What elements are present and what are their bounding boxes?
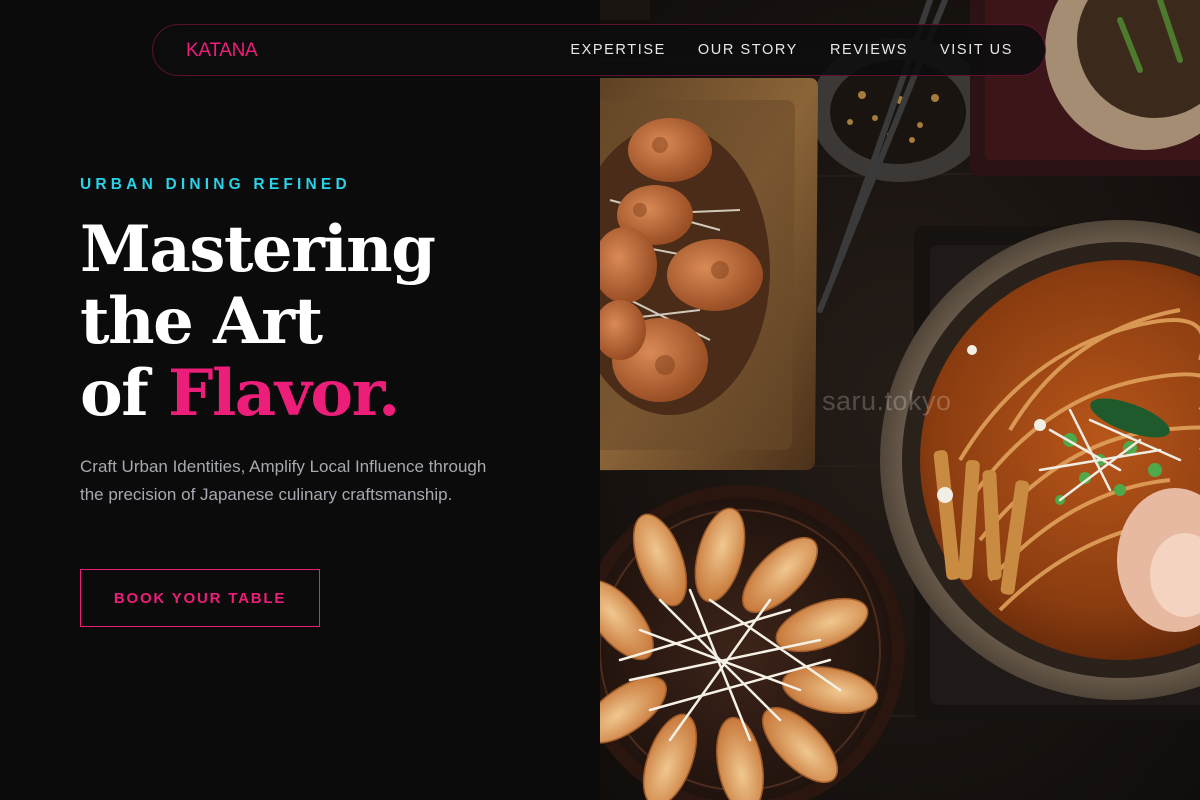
headline-accent-word: Flavor. <box>168 356 400 431</box>
top-navigation: KATANA EXPERTISE OUR STORY REVIEWS VISIT… <box>152 24 1046 76</box>
landing-page: saru.tokyo KATANA EXPERTISE OUR STORY RE… <box>0 0 1200 800</box>
headline-line-3-prefix: of <box>80 356 168 431</box>
headline-line-2: the Art <box>80 284 323 359</box>
nav-links: EXPERTISE OUR STORY REVIEWS VISIT US <box>570 42 1013 58</box>
nav-link-reviews[interactable]: REVIEWS <box>830 42 908 58</box>
brand-logo[interactable]: KATANA <box>186 40 258 62</box>
headline-line-1: Mastering <box>80 212 436 287</box>
nav-link-visit-us[interactable]: VISIT US <box>940 42 1013 58</box>
photo-watermark: saru.tokyo <box>822 386 952 416</box>
nav-link-our-story[interactable]: OUR STORY <box>698 42 798 58</box>
hero-eyebrow: URBAN DINING REFINED <box>80 176 351 193</box>
book-table-button[interactable]: BOOK YOUR TABLE <box>80 569 320 627</box>
hero-headline: Mastering the Art of Flavor. <box>80 212 436 430</box>
hero-food-photo: saru.tokyo <box>600 0 1200 800</box>
nav-link-expertise[interactable]: EXPERTISE <box>570 42 666 58</box>
headline-line-3: of Flavor. <box>80 358 434 430</box>
hero-subtext: Craft Urban Identities, Amplify Local In… <box>80 457 487 504</box>
